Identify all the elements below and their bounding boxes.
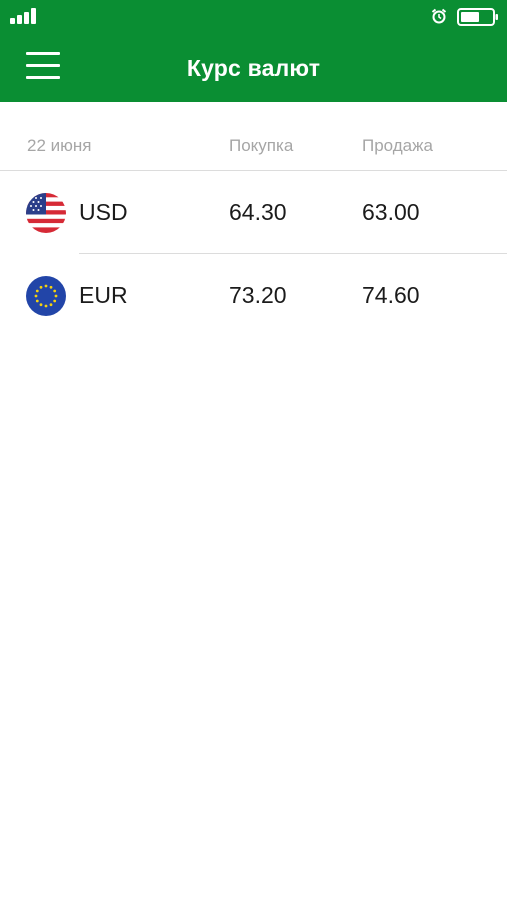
column-header-date: 22 июня xyxy=(27,136,92,155)
column-header-buy: Покупка xyxy=(229,136,294,155)
currency-code: USD xyxy=(79,199,128,225)
status-bar xyxy=(0,0,507,34)
sell-rate: 74.60 xyxy=(362,282,420,308)
column-header-sell: Продажа xyxy=(362,136,433,155)
table-header: 22 июня Покупка Продажа xyxy=(0,102,507,171)
currency-row-eur[interactable]: EUR 73.20 74.60 xyxy=(0,254,507,337)
signal-icon xyxy=(10,8,36,24)
buy-rate: 64.30 xyxy=(229,199,287,225)
currency-row-usd[interactable]: USD 64.30 63.00 xyxy=(0,171,507,254)
page-title: Курс валют xyxy=(186,55,321,81)
us-flag-icon xyxy=(26,193,66,233)
buy-rate: 73.20 xyxy=(229,282,287,308)
battery-icon xyxy=(457,8,498,26)
sell-rate: 63.00 xyxy=(362,199,420,225)
app-screen: Курс валют 22 июня Покупка Продажа USD 6… xyxy=(0,0,507,900)
app-bar: Курс валют xyxy=(0,0,507,102)
alarm-icon xyxy=(431,8,447,24)
eu-flag-icon xyxy=(26,276,66,316)
currency-code: EUR xyxy=(79,282,128,308)
